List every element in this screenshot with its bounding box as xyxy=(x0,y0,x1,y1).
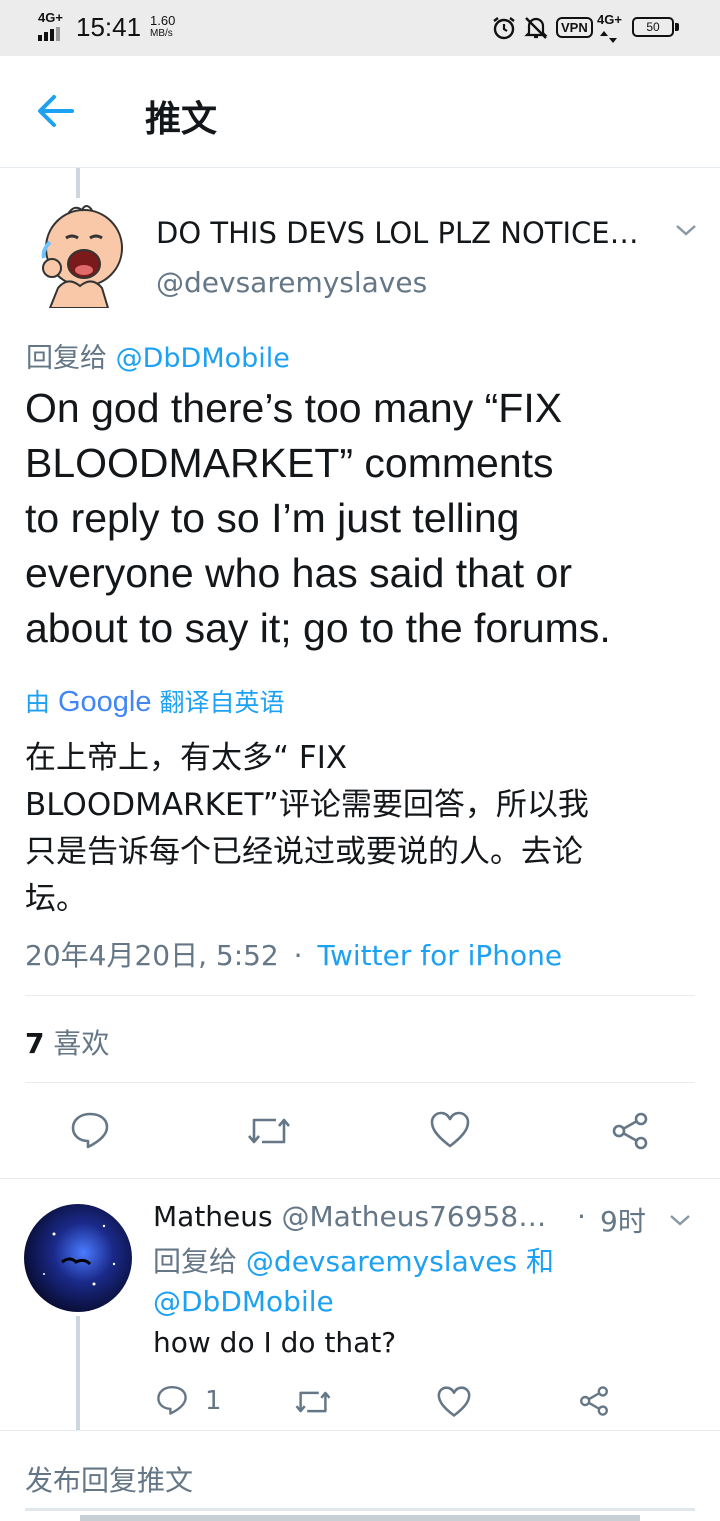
translate-prefix: 由 xyxy=(25,688,51,717)
translated-text-line: BLOODMARKET”评论需要回答，所以我 xyxy=(25,787,589,823)
retweet-icon[interactable] xyxy=(294,1386,332,1418)
tweet-text-line: everyone who has said that or xyxy=(25,550,572,596)
reply-header: Matheus @Matheus76958… xyxy=(153,1200,546,1233)
tweet-text-line: On god there’s too many “FIX xyxy=(25,385,563,431)
likes-stat[interactable]: 7 喜欢 xyxy=(25,1022,109,1062)
reply-to-link[interactable]: @DbDMobile xyxy=(116,343,290,374)
keyboard-hint xyxy=(80,1515,640,1521)
divider xyxy=(25,1082,695,1083)
timestamp: 20年4月20日, 5:52 xyxy=(25,939,279,972)
reply-avatar[interactable] xyxy=(24,1204,132,1312)
reply-prefix: 回复给 xyxy=(153,1245,238,1278)
signal-icon xyxy=(38,26,66,45)
translated-text-line: 在上帝上，有太多“ FIX xyxy=(25,740,348,776)
network-speed-unit: MB/s xyxy=(150,28,173,39)
chevron-down-icon[interactable] xyxy=(668,1212,692,1232)
tweet-text-line: BLOODMARKET” comments xyxy=(25,440,554,486)
compose-underline xyxy=(25,1508,695,1511)
reply-icon[interactable] xyxy=(156,1384,188,1416)
mute-bell-icon xyxy=(523,15,549,45)
share-icon[interactable] xyxy=(578,1385,610,1417)
reply-author-name[interactable]: Matheus xyxy=(153,1200,273,1233)
reply-context: 回复给 @DbDMobile xyxy=(26,336,290,375)
likes-label: 喜欢 xyxy=(53,1027,110,1060)
translation-attribution[interactable]: 由 Google 翻译自英语 xyxy=(25,683,284,719)
battery-level: 50 xyxy=(646,20,660,34)
tweet-source-link[interactable]: Twitter for iPhone xyxy=(317,939,562,972)
google-logo: Google xyxy=(57,686,152,718)
author-handle[interactable]: @devsaremyslaves xyxy=(156,266,427,299)
reply-count: 1 xyxy=(205,1386,222,1416)
like-heart-icon[interactable] xyxy=(430,1111,470,1149)
battery-icon: 50 xyxy=(632,17,674,37)
tweet-text-line: about to say it; go to the forums. xyxy=(25,605,611,651)
translated-text: 在上帝上，有太多“ FIX BLOODMARKET”评论需要回答，所以我 只是告… xyxy=(25,735,589,923)
divider xyxy=(25,995,695,996)
thread-connector xyxy=(76,168,80,198)
clock: 15:41 xyxy=(76,12,142,42)
reply-to-link[interactable]: @DbDMobile xyxy=(153,1285,334,1318)
chevron-down-icon[interactable] xyxy=(674,222,698,242)
translated-text-line: 只是告诉每个已经说过或要说的人。去论 xyxy=(25,834,583,870)
signal-arrows-icon xyxy=(600,28,618,47)
battery-cap xyxy=(675,23,679,31)
author-display-name[interactable]: DO THIS DEVS LOL PLZ NOTICE… xyxy=(156,216,639,250)
reply-time-dot: · xyxy=(577,1200,586,1233)
tweet-meta: 20年4月20日, 5:52 · Twitter for iPhone xyxy=(25,934,562,974)
share-icon[interactable] xyxy=(610,1111,650,1151)
meta-separator: · xyxy=(293,939,303,972)
thread-connector xyxy=(76,1316,80,1430)
reply-prefix: 回复给 xyxy=(26,343,107,374)
avatar[interactable] xyxy=(28,202,130,309)
network-indicator: 4G+ xyxy=(38,10,63,25)
vpn-badge: VPN xyxy=(556,17,593,38)
tweet-text: On god there’s too many “FIX BLOODMARKET… xyxy=(25,381,611,656)
translate-suffix: 翻译自英语 xyxy=(159,688,285,717)
reply-to-link[interactable]: @devsaremyslaves xyxy=(246,1245,517,1278)
compose-reply-input[interactable]: 发布回复推文 xyxy=(25,1459,193,1499)
retweet-icon[interactable] xyxy=(246,1112,292,1150)
reply-and: 和 xyxy=(526,1245,555,1278)
reply-icon[interactable] xyxy=(70,1110,110,1150)
app-header: 推文 xyxy=(0,56,720,168)
network-speed: 1.60 xyxy=(150,13,176,28)
network-indicator-right: 4G+ xyxy=(597,12,622,27)
reply-author-handle[interactable]: @Matheus76958… xyxy=(282,1200,547,1233)
back-arrow-icon[interactable] xyxy=(36,94,74,132)
translated-text-line: 坛。 xyxy=(25,881,87,917)
alarm-icon xyxy=(491,15,517,45)
reply-time: 9时 xyxy=(600,1205,646,1238)
reply-text: how do I do that? xyxy=(153,1326,397,1359)
like-heart-icon[interactable] xyxy=(437,1386,471,1418)
likes-count: 7 xyxy=(25,1027,45,1060)
page-title: 推文 xyxy=(145,99,218,140)
status-bar: 4G+ 15:41 1.60 MB/s VPN 4G+ 50 xyxy=(0,0,720,56)
section-separator xyxy=(0,1178,720,1179)
compose-bar: 发布回复推文 xyxy=(0,1430,720,1521)
tweet-text-line: to reply to so I’m just telling xyxy=(25,495,520,541)
reply-context: 回复给 @devsaremyslaves 和 @DbDMobile xyxy=(153,1242,693,1322)
